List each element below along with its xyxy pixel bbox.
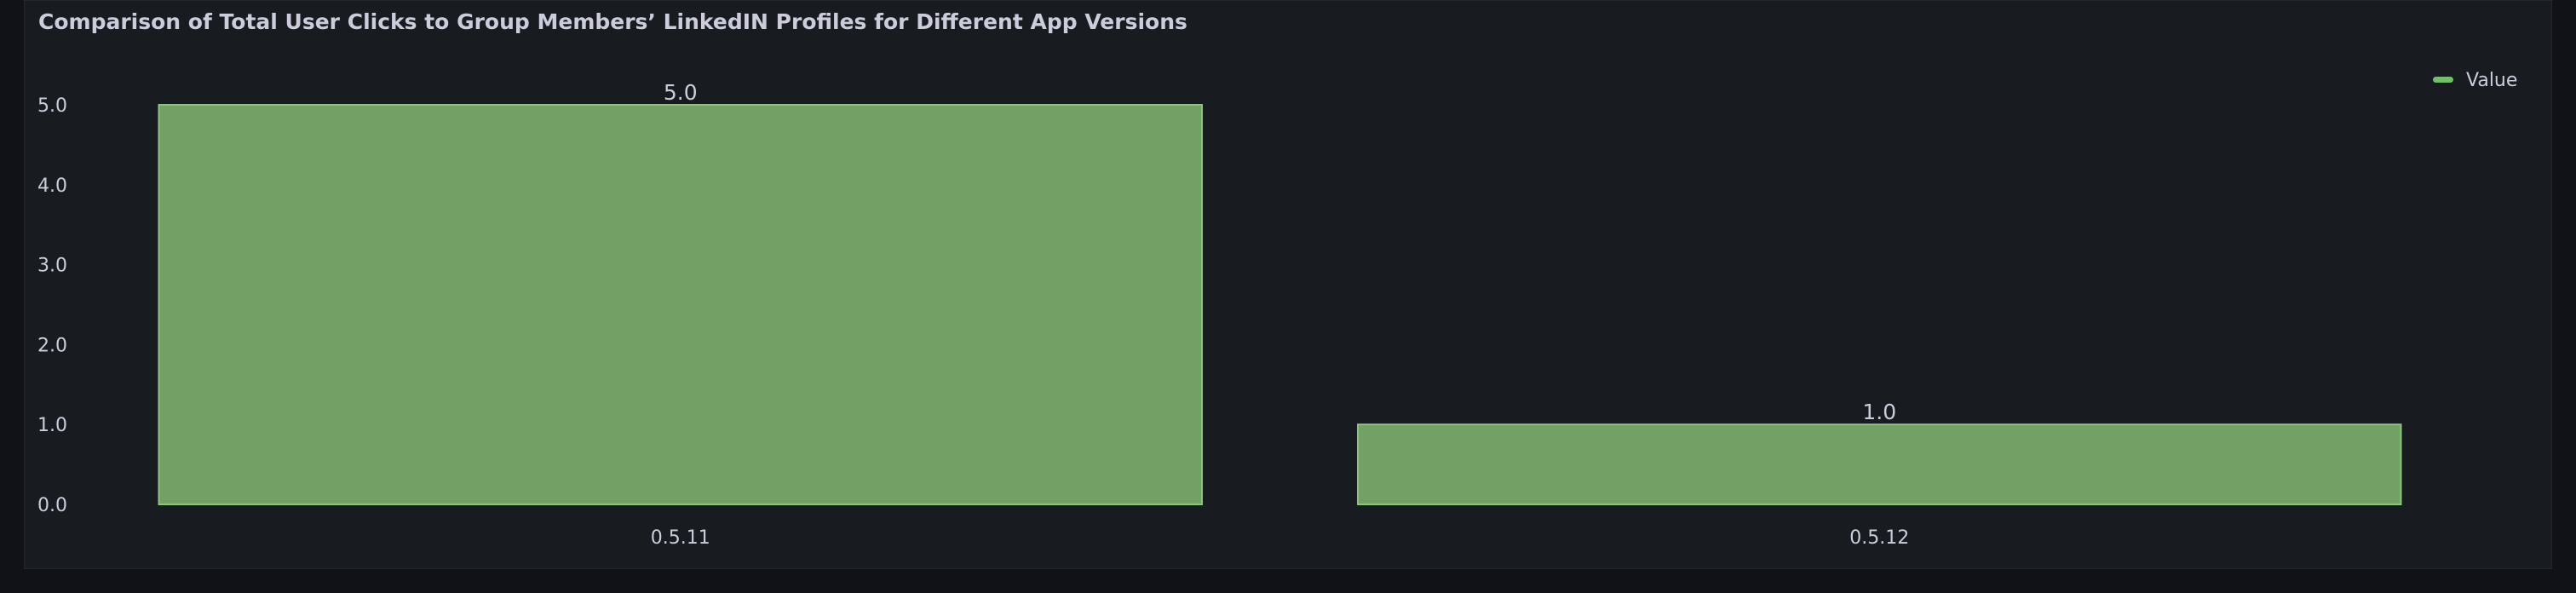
legend-swatch: [2433, 77, 2453, 83]
y-tick-label: 4.0: [37, 176, 67, 197]
x-tick-label: 0.5.12: [1849, 527, 1909, 549]
y-tick-label: 5.0: [37, 95, 67, 117]
x-tick-label: 0.5.11: [651, 527, 710, 549]
data-label: 1.0: [1862, 400, 1896, 424]
y-tick-label: 2.0: [37, 335, 67, 356]
bar: [1356, 423, 2402, 506]
legend-label: Value: [2466, 70, 2517, 91]
y-tick-label: 1.0: [37, 415, 67, 436]
bar: [158, 104, 1204, 505]
y-tick-label: 0.0: [37, 495, 67, 516]
data-label: 5.0: [664, 80, 698, 105]
y-tick-label: 3.0: [37, 256, 67, 277]
bar-chart: 0.0 1.0 2.0 3.0 4.0 5.0 5.0 0.5.11 1.0 0.5.12 Valu…: [37, 70, 2517, 549]
